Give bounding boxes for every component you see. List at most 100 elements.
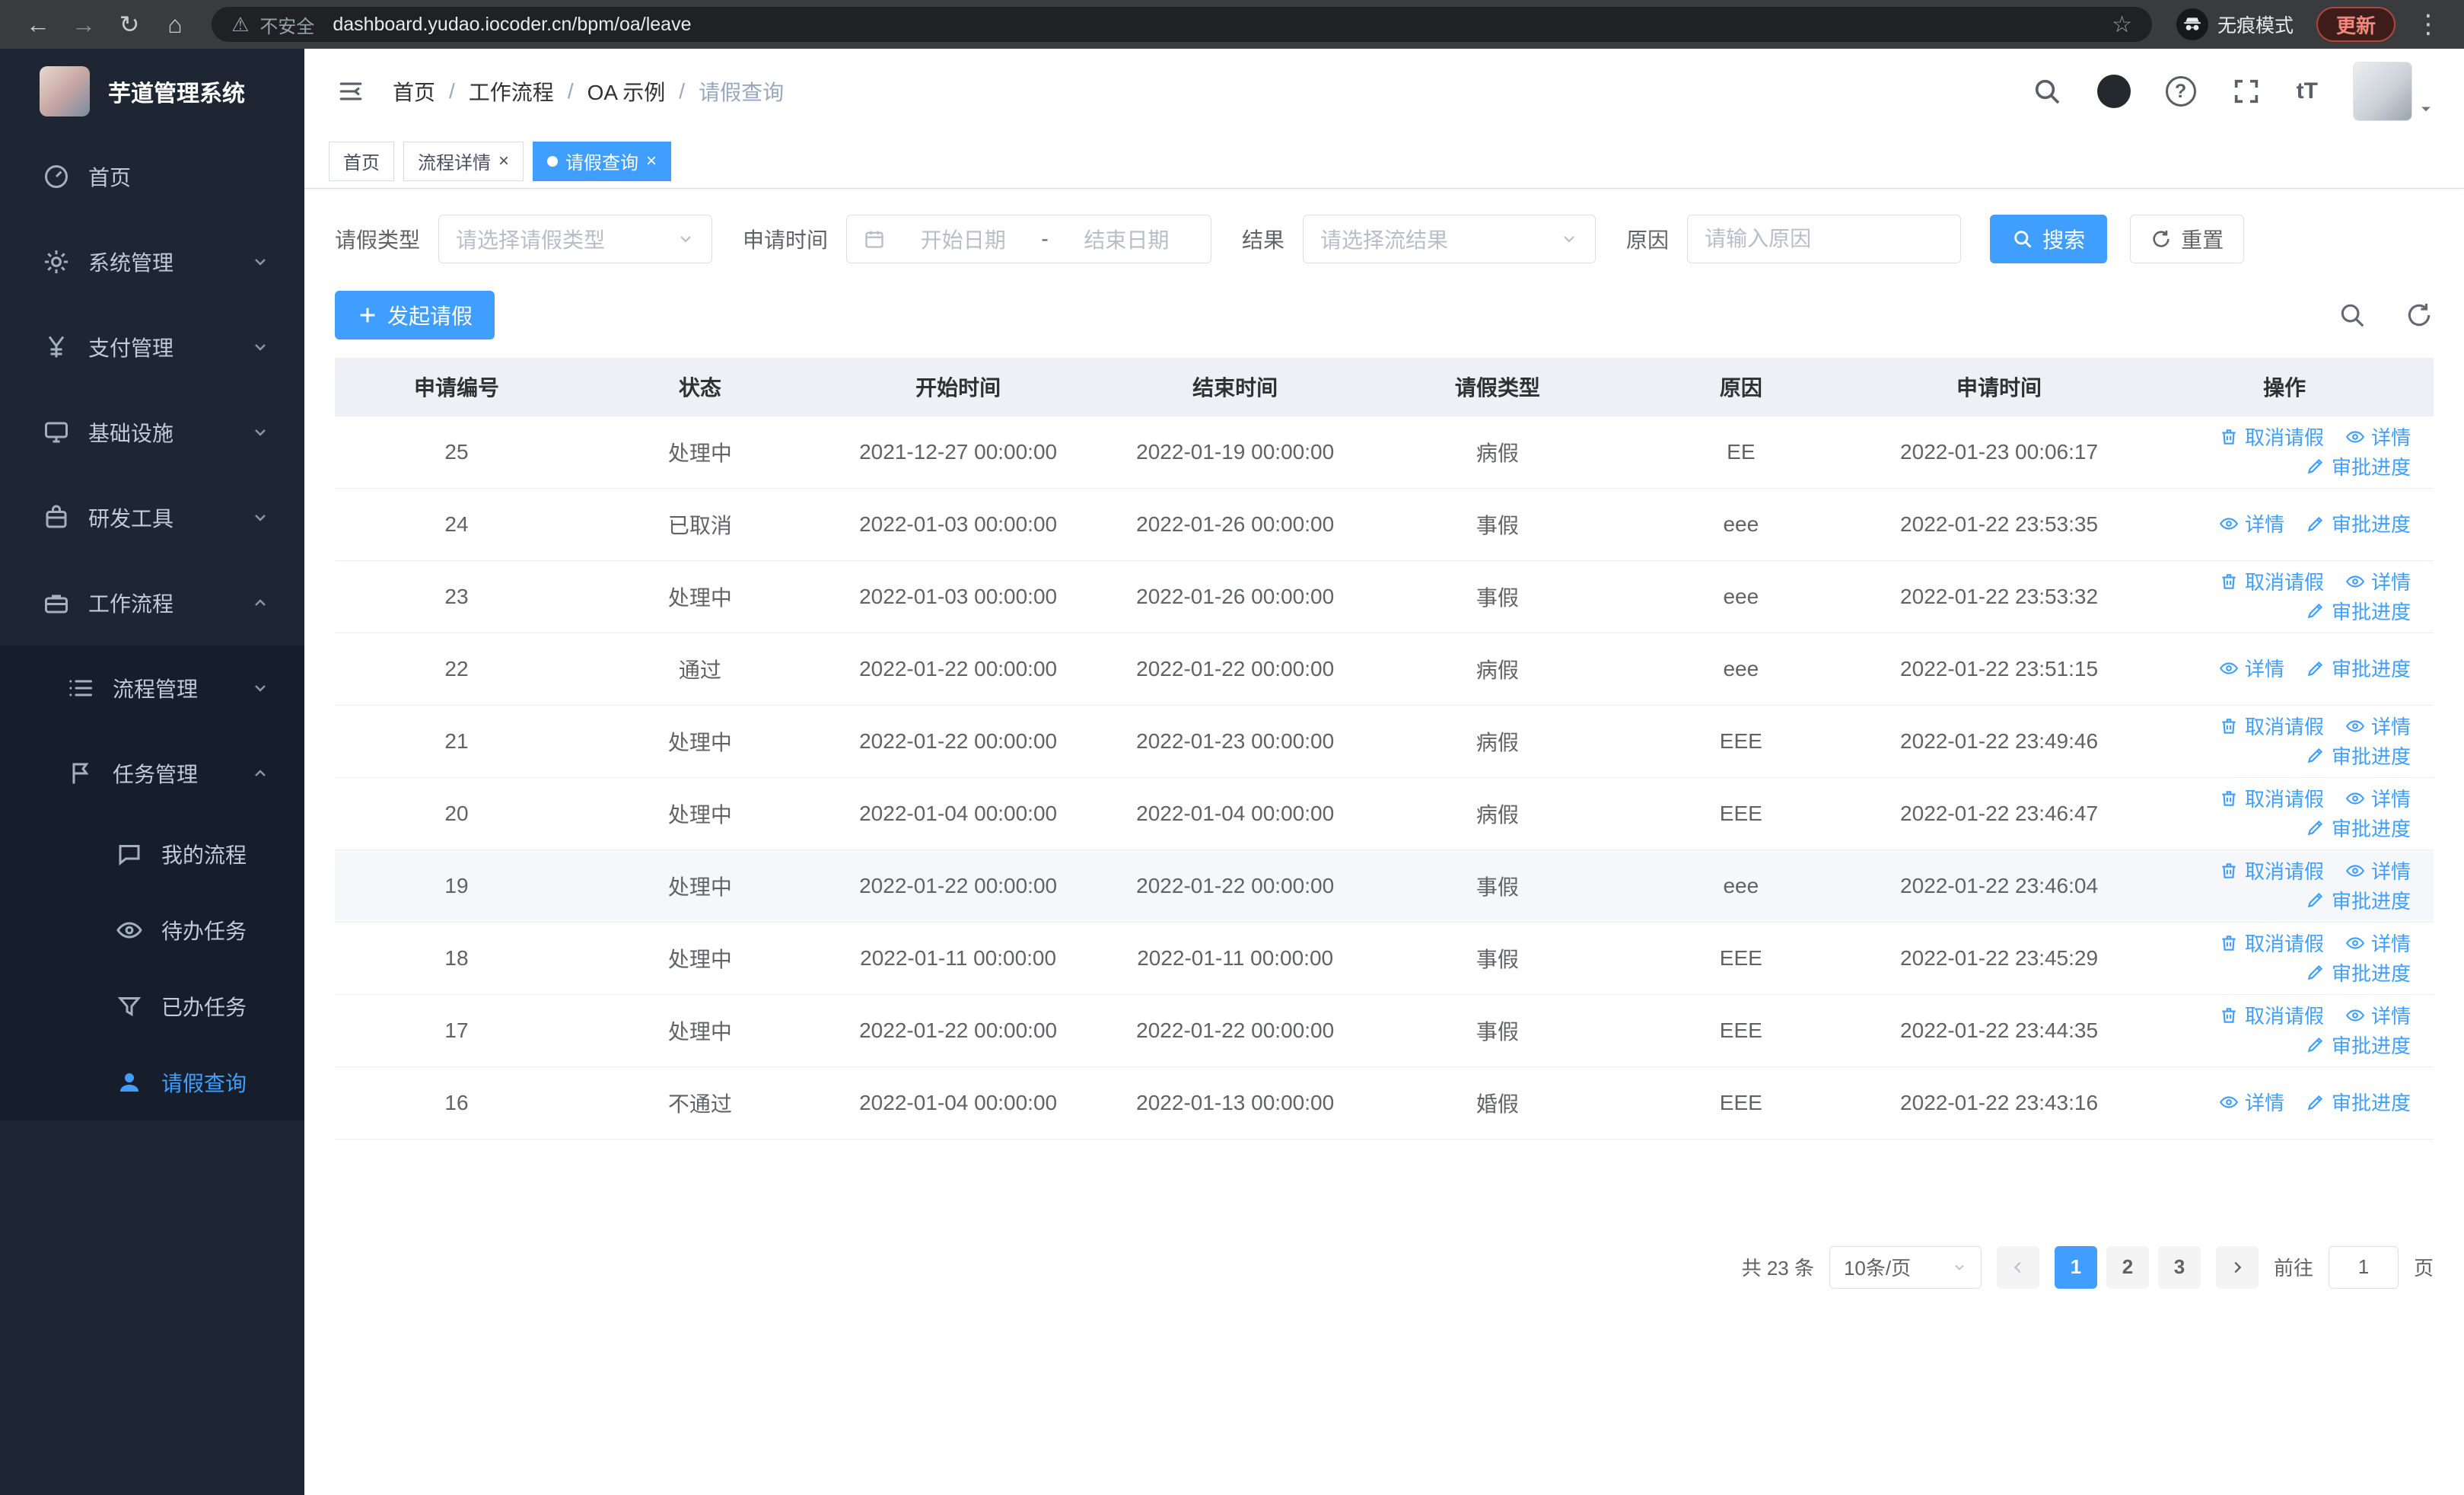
close-icon[interactable]: × [646, 151, 657, 171]
action-detail[interactable]: 详情 [2345, 1001, 2411, 1029]
sidebar-logo[interactable]: 芋道管理系统 [0, 49, 304, 134]
action-progress[interactable]: 审批进度 [2306, 958, 2411, 987]
prev-page-button[interactable] [1996, 1245, 2039, 1289]
security-label[interactable]: 不安全 [259, 11, 314, 38]
cell-actions: 取消请假 详情 审批进度 [2135, 994, 2434, 1067]
action-progress[interactable]: 审批进度 [2306, 1088, 2411, 1116]
browser-update-button[interactable]: 更新 [2316, 7, 2396, 42]
action-cancel[interactable]: 取消请假 [2219, 784, 2324, 812]
sidebar-item-task-mgmt[interactable]: 任务管理 [0, 731, 304, 816]
next-page-button[interactable] [2215, 1245, 2259, 1289]
goto-page-input[interactable] [2328, 1245, 2399, 1289]
chevron-down-icon [1564, 236, 1574, 243]
sidebar-item-home[interactable]: 首页 [0, 134, 304, 219]
action-cancel[interactable]: 取消请假 [2219, 856, 2324, 885]
table-row: 24 已取消 2022-01-03 00:00:00 2022-01-26 00:00… [335, 488, 2434, 561]
create-leave-button[interactable]: 发起请假 [335, 291, 495, 339]
breadcrumb-item[interactable]: 首页 [393, 76, 435, 107]
search-icon[interactable] [2032, 76, 2062, 107]
action-progress[interactable]: 审批进度 [2306, 741, 2411, 770]
sidebar-item-todo-tasks[interactable]: 待办任务 [0, 892, 304, 968]
action-progress[interactable]: 审批进度 [2306, 886, 2411, 914]
action-detail[interactable]: 详情 [2345, 567, 2411, 595]
help-icon[interactable]: ? [2165, 76, 2196, 107]
action-detail[interactable]: 详情 [2345, 784, 2411, 812]
browser-forward-icon[interactable]: → [64, 5, 103, 44]
page-button-2[interactable]: 2 [2106, 1245, 2149, 1289]
cell-status: 通过 [578, 633, 822, 706]
cell-reason: eee [1619, 560, 1863, 633]
page-button-1[interactable]: 1 [2054, 1245, 2097, 1289]
breadcrumb-separator: / [449, 79, 455, 103]
sidebar-collapse-icon[interactable] [335, 78, 367, 104]
user-menu[interactable] [2353, 62, 2434, 121]
github-icon[interactable] [2096, 75, 2131, 108]
url-text[interactable]: dashboard.yudao.iocoder.cn/bpm/oa/leave [333, 14, 691, 36]
action-progress[interactable]: 审批进度 [2306, 597, 2411, 625]
table-row: 19 处理中 2022-01-22 00:00:00 2022-01-22 00:00… [335, 850, 2434, 923]
bookmark-star-icon[interactable]: ☆ [2112, 11, 2132, 38]
page-size-select[interactable]: 10条/页 [1829, 1245, 1982, 1289]
sidebar-item-dev-tools[interactable]: 研发工具 [0, 475, 304, 560]
action-progress[interactable]: 审批进度 [2306, 1031, 2411, 1059]
sidebar-item-payment-mgmt[interactable]: 支付管理 [0, 304, 304, 390]
browser-home-icon[interactable]: ⌂ [155, 5, 195, 44]
tab-请假查询[interactable]: 请假查询 × [533, 141, 672, 181]
browser-menu-icon[interactable]: ⋮ [2411, 9, 2446, 40]
cell-no: 21 [335, 705, 578, 778]
column-header: 申请时间 [1862, 358, 2136, 416]
browser-reload-icon[interactable]: ↻ [110, 5, 149, 44]
cell-reason: EEE [1619, 922, 1863, 995]
toolbox-icon [46, 505, 67, 528]
sidebar-item-workflow[interactable]: 工作流程 [0, 560, 304, 645]
reset-button[interactable]: 重置 [2130, 215, 2245, 263]
browser-back-icon[interactable]: ← [18, 5, 58, 44]
action-detail[interactable]: 详情 [2219, 654, 2284, 682]
action-cancel[interactable]: 取消请假 [2219, 422, 2324, 451]
cell-end_time: 2022-01-22 00:00:00 [1094, 850, 1376, 923]
action-cancel[interactable]: 取消请假 [2219, 567, 2324, 595]
address-bar[interactable]: ⚠ 不安全 dashboard.yudao.iocoder.cn/bpm/oa/… [212, 7, 2152, 42]
sidebar-item-my-processes[interactable]: 我的流程 [0, 816, 304, 892]
action-detail[interactable]: 详情 [2345, 929, 2411, 957]
app-frame: 芋道管理系统 首页 系统管理 支付管理 基础设施 研发工具 工作流程 流程管理 … [0, 49, 2464, 1495]
action-detail[interactable]: 详情 [2219, 1088, 2284, 1116]
leave-table: 申请编号 状态 开始时间 结束时间 请假类型 原因 申请时间 操作 25 处理中 2021-12-… [335, 358, 2434, 1140]
action-detail[interactable]: 详情 [2219, 509, 2284, 537]
action-detail[interactable]: 详情 [2345, 856, 2411, 885]
action-progress[interactable]: 审批进度 [2306, 452, 2411, 480]
action-progress[interactable]: 审批进度 [2306, 654, 2411, 682]
breadcrumb-item: 请假查询 [699, 81, 785, 104]
tab-流程详情[interactable]: 流程详情 × [403, 141, 524, 181]
breadcrumb-item[interactable]: OA 示例 [587, 76, 666, 107]
search-icon [2014, 231, 2032, 248]
sidebar-item-done-tasks[interactable]: 已办任务 [0, 968, 304, 1044]
sidebar-item-system-mgmt[interactable]: 系统管理 [0, 219, 304, 304]
sidebar-item-process-mgmt[interactable]: 流程管理 [0, 645, 304, 731]
action-cancel[interactable]: 取消请假 [2219, 712, 2324, 740]
action-cancel[interactable]: 取消请假 [2219, 1001, 2324, 1029]
close-icon[interactable]: × [498, 151, 509, 171]
action-cancel[interactable]: 取消请假 [2219, 929, 2324, 957]
result-select[interactable]: 请选择流结果 [1303, 215, 1597, 263]
cell-apply_time: 2022-01-22 23:51:15 [1862, 633, 2136, 706]
action-progress[interactable]: 审批进度 [2306, 509, 2411, 537]
monitor-icon [45, 422, 68, 443]
search-button[interactable]: 搜索 [1990, 215, 2108, 263]
sidebar-item-infrastructure[interactable]: 基础设施 [0, 390, 304, 475]
refresh-icon[interactable] [2405, 301, 2434, 330]
font-size-icon[interactable]: tT [2297, 78, 2318, 104]
action-detail[interactable]: 详情 [2345, 712, 2411, 740]
reason-input[interactable] [1687, 215, 1962, 263]
fullscreen-icon[interactable] [2231, 76, 2262, 107]
leave-type-select[interactable]: 请选择请假类型 [438, 215, 713, 263]
action-detail[interactable]: 详情 [2345, 422, 2411, 451]
action-progress[interactable]: 审批进度 [2306, 814, 2411, 842]
sidebar-item-label: 研发工具 [88, 507, 174, 531]
page-button-3[interactable]: 3 [2157, 1245, 2201, 1289]
sidebar-item-leave-query[interactable]: 请假查询 [0, 1044, 304, 1120]
toggle-search-icon[interactable] [2338, 301, 2367, 330]
breadcrumb-item[interactable]: 工作流程 [469, 76, 554, 107]
date-range-picker[interactable]: 开始日期 - 结束日期 [846, 215, 1212, 263]
tab-首页[interactable]: 首页 [329, 141, 394, 181]
